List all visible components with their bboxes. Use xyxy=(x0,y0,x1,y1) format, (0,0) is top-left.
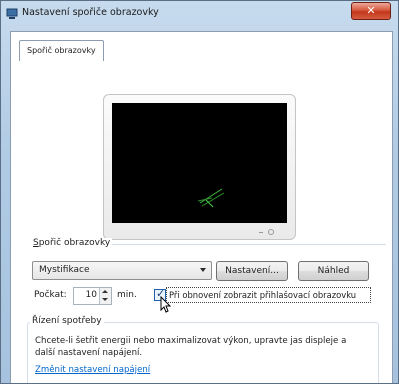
screensaver-group-divider xyxy=(96,244,386,245)
wait-minutes-stepper[interactable]: 10 xyxy=(73,287,112,305)
wait-minutes-value: 10 xyxy=(85,290,97,300)
screensaver-preview-graphic xyxy=(197,188,225,208)
close-icon: ✕ xyxy=(366,4,376,17)
screensaver-select[interactable]: Mystifikace xyxy=(32,261,212,280)
wait-unit-label: min. xyxy=(117,290,137,300)
power-description: Chcete-li šetřit energii nebo maximalizo… xyxy=(35,336,347,358)
settings-button-label: Nastavení... xyxy=(225,266,279,276)
monitor-power-icon xyxy=(268,229,274,235)
dialog-window: Nastavení spořiče obrazovky ✕ Spořič obr… xyxy=(0,0,399,384)
wait-label: Počkat: xyxy=(34,290,67,300)
tab-panel: Spořič obrazovky Mystifikace Nastavení..… xyxy=(10,31,393,383)
monitor-button-dash xyxy=(259,232,263,233)
tab-screensaver[interactable]: Spořič obrazovky xyxy=(19,40,104,61)
preview-button-label: Náhled xyxy=(317,266,350,276)
preview-screen xyxy=(112,103,287,223)
monitor-preview xyxy=(103,94,296,240)
stepper-down-icon[interactable] xyxy=(102,298,108,301)
stepper-buttons[interactable] xyxy=(99,288,111,304)
stepper-up-icon[interactable] xyxy=(102,290,108,293)
change-power-settings-link[interactable]: Změnit nastavení napájení xyxy=(35,365,150,375)
mouse-cursor-icon xyxy=(160,296,172,313)
chevron-down-icon xyxy=(200,268,206,272)
resume-login-label[interactable]: Při obnovení zobrazit přihlašovací obraz… xyxy=(169,290,356,300)
title-bar[interactable]: Nastavení spořiče obrazovky ✕ xyxy=(1,1,398,29)
window-title: Nastavení spořiče obrazovky xyxy=(22,7,159,18)
screensaver-group-label: Spořič obrazovky xyxy=(31,238,113,248)
preview-button[interactable]: Náhled xyxy=(298,261,369,281)
screensaver-app-icon xyxy=(6,8,18,19)
screensaver-select-value: Mystifikace xyxy=(39,265,90,275)
screensaver-group-label-rest: pořič obrazovky xyxy=(38,238,111,248)
close-button[interactable]: ✕ xyxy=(351,2,391,20)
power-group-label: Řízení spotřeby xyxy=(30,316,104,326)
settings-button[interactable]: Nastavení... xyxy=(216,261,288,281)
